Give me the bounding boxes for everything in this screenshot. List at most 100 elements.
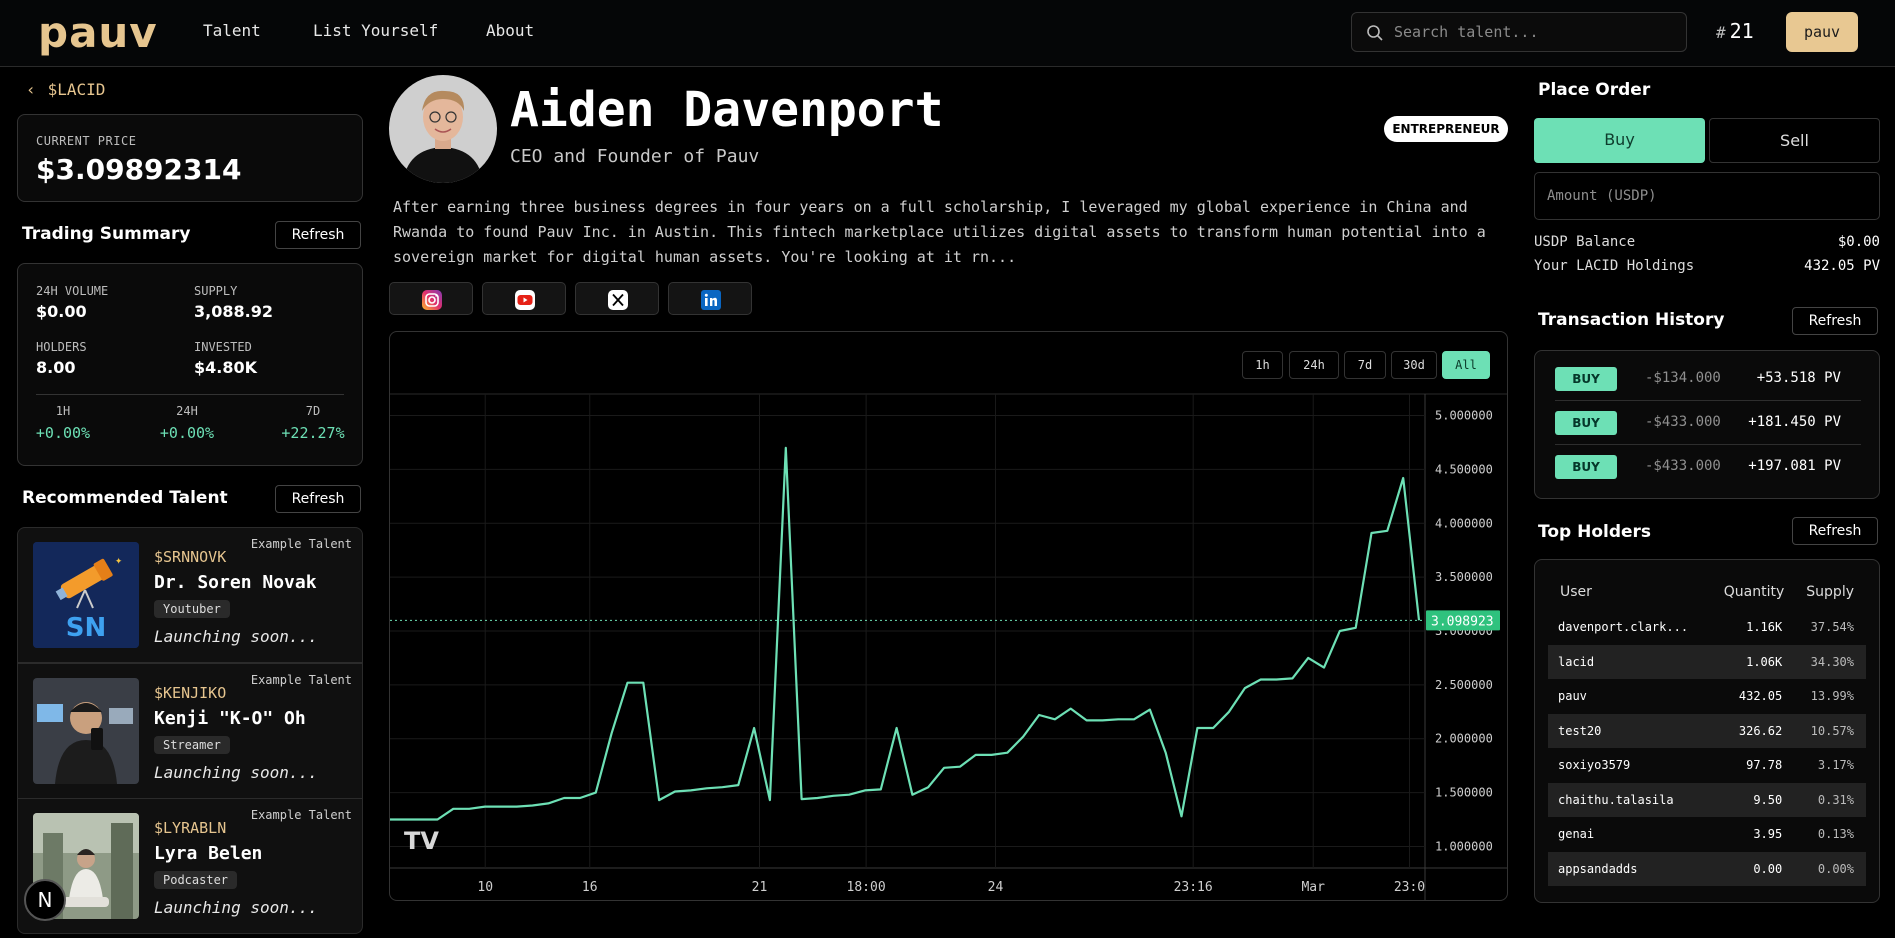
back-link[interactable]: ‹ $LACID: [26, 80, 105, 99]
table-row: davenport.clark... 1.16K 37.54%: [1548, 610, 1866, 645]
current-price-card: CURRENT PRICE $3.09892314: [17, 114, 363, 202]
buy-tab[interactable]: Buy: [1534, 118, 1705, 163]
nav-about[interactable]: About: [486, 21, 534, 40]
holders-label: HOLDERS: [36, 340, 87, 354]
tx-pv: +197.081 PV: [1748, 458, 1841, 474]
avatar-photo: [389, 75, 497, 183]
change-1h-value: +0.00%: [35, 424, 91, 442]
talent-tag: Example Talent: [250, 537, 352, 551]
x-tick-label: 21: [752, 880, 768, 895]
trading-summary-refresh-button[interactable]: Refresh: [275, 221, 361, 249]
recommended-talent-title: Recommended Talent: [22, 488, 228, 508]
table-row: genai 3.95 0.13%: [1548, 817, 1866, 852]
usdp-balance-value: $0.00: [1837, 234, 1880, 250]
instagram-icon: [422, 290, 442, 310]
recommended-refresh-button[interactable]: Refresh: [275, 485, 361, 513]
volume-value: $0.00: [36, 302, 87, 321]
youtube-button[interactable]: [482, 282, 566, 315]
profile-bio: After earning three business degrees in …: [393, 198, 1486, 266]
talent-ticker: $SRNNOVK: [154, 548, 227, 566]
tx-amount: -$134.000: [1645, 370, 1721, 386]
holder-qty: 0.00: [1711, 851, 1797, 886]
holders-stat: HOLDERS 8.00: [36, 340, 87, 377]
talent-ticker: $LYRABLN: [154, 819, 227, 837]
search-box[interactable]: [1351, 12, 1687, 52]
change-7d-value: +22.27%: [281, 424, 345, 442]
table-row: lacid 1.06K 34.30%: [1548, 644, 1866, 679]
search-input[interactable]: [1394, 21, 1674, 43]
tx-pv: +181.450 PV: [1748, 414, 1841, 430]
holder-user: chaithu.talasila: [1548, 782, 1712, 817]
talent-ticker: $KENJIKO: [154, 684, 227, 702]
nav-list-yourself[interactable]: List Yourself: [313, 21, 438, 40]
table-row: chaithu.talasila 9.50 0.31%: [1548, 782, 1866, 817]
profile-name: Aiden Davenport: [510, 82, 944, 138]
holder-supply: 0.13%: [1817, 827, 1854, 842]
talent-status: Launching soon...: [154, 898, 318, 917]
talent-card-kenjiko[interactable]: Example Talent $KENJIKO Kenji "K-O" Oh S…: [17, 663, 363, 799]
top-header: pauv Talent List Yourself About #21 pauv: [0, 0, 1895, 67]
holders-value: 8.00: [36, 358, 76, 377]
nav-talent[interactable]: Talent: [203, 21, 261, 40]
amount-input[interactable]: [1534, 172, 1880, 220]
back-ticker: $LACID: [47, 80, 106, 99]
y-tick-label: 5.000000: [1435, 409, 1493, 423]
holder-supply: 10.57%: [1796, 713, 1866, 748]
col-supply: Supply: [1806, 584, 1854, 600]
holder-user: soxiyo3579: [1558, 758, 1631, 773]
sell-tab[interactable]: Sell: [1709, 118, 1880, 163]
rank-value: 21: [1729, 19, 1754, 43]
next-dev-tools-button[interactable]: N: [24, 879, 66, 921]
usdp-balance-label: USDP Balance: [1534, 234, 1636, 250]
holdings-value: 432.05 PV: [1804, 258, 1880, 274]
change-1h-label: 1H: [55, 404, 71, 418]
col-quantity: Quantity: [1723, 584, 1785, 600]
talent-name: Lyra Belen: [154, 843, 263, 864]
holder-user: pauv: [1558, 689, 1587, 704]
talent-photo: [33, 678, 139, 784]
price-line-chart[interactable]: 5.0000004.5000004.0000003.5000003.000000…: [390, 332, 1508, 901]
instagram-button[interactable]: [389, 282, 473, 315]
holder-supply: 13.99%: [1810, 689, 1854, 704]
talent-card-lyrabln[interactable]: Example Talent $LYRABLN Lyra Belen Podca…: [17, 798, 363, 934]
user-menu-button[interactable]: pauv: [1786, 12, 1858, 52]
table-row: pauv 432.05 13.99%: [1548, 679, 1866, 714]
transactions-refresh-button[interactable]: Refresh: [1792, 307, 1878, 335]
x-button[interactable]: [575, 282, 659, 315]
linkedin-button[interactable]: [668, 282, 752, 315]
thumb-sn-text: SN: [66, 613, 107, 643]
holder-user: appsandadds: [1548, 851, 1712, 886]
change-24h-value: +0.00%: [159, 424, 215, 442]
telescope-logo-icon: SN ✦: [33, 542, 139, 648]
trading-summary-title: Trading Summary: [22, 224, 191, 244]
usdp-balance-row: USDP Balance $0.00: [1534, 234, 1880, 250]
holder-supply: 3.17%: [1817, 758, 1854, 773]
pauv-logo[interactable]: pauv: [38, 8, 158, 57]
talent-thumbnail: [33, 678, 139, 784]
talent-name: Kenji "K-O" Oh: [154, 708, 306, 729]
holders-refresh-button[interactable]: Refresh: [1792, 517, 1878, 545]
top-holders-title: Top Holders: [1538, 522, 1652, 542]
talent-tag: Example Talent: [250, 673, 352, 687]
search-icon: [1367, 25, 1383, 41]
tx-pv: +53.518 PV: [1756, 370, 1841, 386]
x-tick-label: 23:0: [1394, 880, 1425, 895]
change-24h: 24H +0.00%: [152, 404, 222, 442]
talent-name: Dr. Soren Novak: [154, 572, 317, 593]
holder-user: lacid: [1548, 644, 1712, 679]
x-tick-label: 16: [582, 880, 598, 895]
transaction-row: BUY -$134.000 +53.518 PV: [1555, 357, 1861, 401]
holder-user: genai: [1558, 827, 1595, 842]
x-tick-label: 18:00: [847, 880, 886, 895]
table-row: test20 326.62 10.57%: [1548, 713, 1866, 748]
y-tick-label: 1.500000: [1435, 786, 1493, 800]
col-user: User: [1560, 584, 1592, 600]
transaction-row: BUY -$433.000 +181.450 PV: [1555, 401, 1861, 445]
tradingview-watermark-icon: TV: [404, 827, 439, 855]
holders-table: User Quantity Supply davenport.clark... 1…: [1548, 574, 1866, 886]
y-tick-label: 2.500000: [1435, 678, 1493, 692]
holder-user: test20: [1548, 713, 1712, 748]
transaction-row: BUY -$433.000 +197.081 PV: [1555, 445, 1861, 489]
talent-card-srnnovk[interactable]: SN ✦ Example Talent $SRNNOVK Dr. Soren N…: [17, 527, 363, 663]
volume-stat: 24H VOLUME $0.00: [36, 284, 108, 321]
